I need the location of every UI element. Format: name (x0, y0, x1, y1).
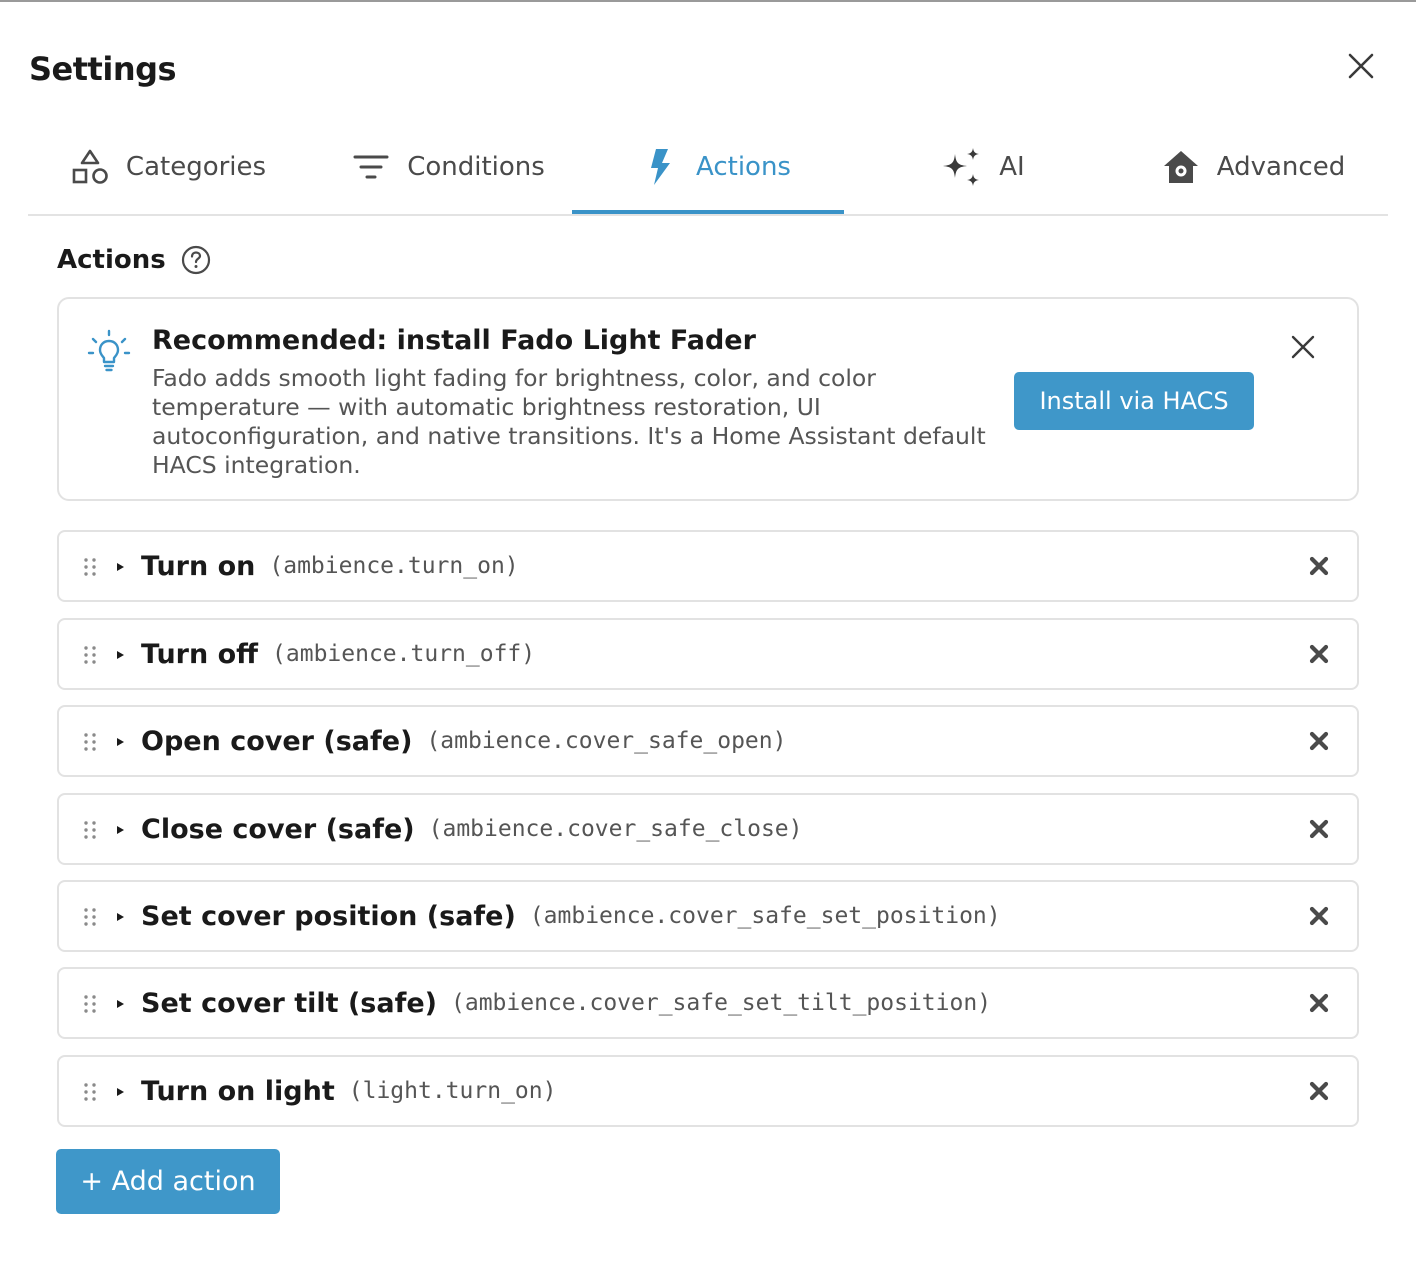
tab-conditions[interactable]: Conditions (338, 120, 558, 214)
tab-label: Categories (125, 152, 267, 182)
tab-advanced[interactable]: Advanced (1158, 120, 1348, 214)
close-dialog-button[interactable] (1342, 47, 1380, 85)
action-row: Set cover position (safe) (ambience.cove… (57, 880, 1359, 952)
add-action-button[interactable]: + Add action (56, 1149, 280, 1214)
remove-action-icon[interactable] (1309, 993, 1329, 1013)
action-name: Turn off (141, 638, 259, 670)
expand-caret-icon[interactable] (117, 913, 124, 921)
expand-caret-icon[interactable] (117, 1000, 124, 1008)
lightning-icon (651, 149, 670, 185)
recommendation-body: Fado adds smooth light fading for bright… (152, 364, 986, 479)
drag-handle-icon[interactable] (83, 1082, 97, 1102)
lightbulb-icon (87, 329, 131, 372)
recommendation-title: Recommended: install Fado Light Fader (152, 325, 756, 356)
action-name: Set cover tilt (safe) (141, 987, 437, 1019)
tab-ai[interactable]: AI (933, 120, 1033, 214)
action-service: (ambience.turn_off) (272, 641, 536, 667)
action-service: (ambience.cover_safe_set_position) (529, 903, 1001, 929)
remove-action-icon[interactable] (1309, 819, 1329, 839)
drag-handle-icon[interactable] (83, 557, 97, 577)
expand-caret-icon[interactable] (117, 1088, 124, 1096)
tab-actions[interactable]: Actions (628, 120, 803, 214)
top-divider (0, 0, 1416, 2)
remove-action-icon[interactable] (1309, 556, 1329, 576)
remove-action-icon[interactable] (1309, 906, 1329, 926)
action-label[interactable]: Close cover (safe) (ambience.cover_safe_… (141, 795, 803, 863)
tab-categories[interactable]: Categories (68, 120, 268, 214)
shapes-icon (72, 149, 108, 184)
action-label[interactable]: Open cover (safe) (ambience.cover_safe_o… (141, 707, 786, 775)
expand-caret-icon[interactable] (117, 826, 124, 834)
action-name: Turn on light (141, 1075, 335, 1107)
action-service: (ambience.cover_safe_set_tilt_position) (451, 990, 992, 1016)
action-name: Close cover (safe) (141, 813, 415, 845)
sparkles-icon (943, 148, 980, 186)
action-row: Turn on light (light.turn_on) (57, 1055, 1359, 1127)
action-service: (ambience.cover_safe_open) (426, 728, 787, 754)
action-row: Turn off (ambience.turn_off) (57, 618, 1359, 690)
drag-handle-icon[interactable] (83, 907, 97, 927)
close-icon (1291, 335, 1315, 359)
action-label[interactable]: Set cover tilt (safe) (ambience.cover_sa… (141, 969, 991, 1037)
action-service: (ambience.turn_on) (269, 553, 519, 579)
action-row: Open cover (safe) (ambience.cover_safe_o… (57, 705, 1359, 777)
tab-label: Conditions (407, 152, 545, 182)
filter-icon (353, 155, 389, 179)
expand-caret-icon[interactable] (117, 651, 124, 659)
active-tab-indicator (572, 210, 844, 214)
remove-action-icon[interactable] (1309, 1081, 1329, 1101)
drag-handle-icon[interactable] (83, 645, 97, 665)
drag-handle-icon[interactable] (83, 994, 97, 1014)
action-label[interactable]: Turn off (ambience.turn_off) (141, 620, 535, 688)
remove-action-icon[interactable] (1309, 731, 1329, 751)
tab-bar: Categories Conditions Actions AI Advance… (28, 120, 1388, 216)
action-row: Turn on (ambience.turn_on) (57, 530, 1359, 602)
action-row: Set cover tilt (safe) (ambience.cover_sa… (57, 967, 1359, 1039)
drag-handle-icon[interactable] (83, 820, 97, 840)
close-icon (1348, 53, 1374, 79)
action-label[interactable]: Turn on light (light.turn_on) (141, 1057, 556, 1125)
action-service: (ambience.cover_safe_close) (428, 816, 803, 842)
dismiss-recommendation-button[interactable] (1287, 331, 1319, 363)
action-name: Set cover position (safe) (141, 900, 516, 932)
action-name: Open cover (safe) (141, 725, 413, 757)
home-gear-icon (1163, 151, 1198, 183)
action-label[interactable]: Set cover position (safe) (ambience.cove… (141, 882, 1001, 950)
tab-label: Advanced (1216, 152, 1346, 182)
help-circle-icon[interactable] (180, 244, 212, 276)
remove-action-icon[interactable] (1309, 644, 1329, 664)
action-service: (light.turn_on) (348, 1078, 557, 1104)
expand-caret-icon[interactable] (117, 563, 124, 571)
section-title-text: Actions (57, 245, 166, 275)
action-name: Turn on (141, 550, 256, 582)
install-via-hacs-button[interactable]: Install via HACS (1014, 372, 1254, 430)
expand-caret-icon[interactable] (117, 738, 124, 746)
section-title: Actions (57, 244, 212, 276)
recommendation-card: Recommended: install Fado Light Fader Fa… (57, 297, 1359, 501)
tab-label: Actions (696, 152, 791, 182)
dialog-title: Settings (29, 50, 177, 88)
action-label[interactable]: Turn on (ambience.turn_on) (141, 532, 519, 600)
tab-label: AI (999, 152, 1025, 182)
drag-handle-icon[interactable] (83, 732, 97, 752)
action-row: Close cover (safe) (ambience.cover_safe_… (57, 793, 1359, 865)
